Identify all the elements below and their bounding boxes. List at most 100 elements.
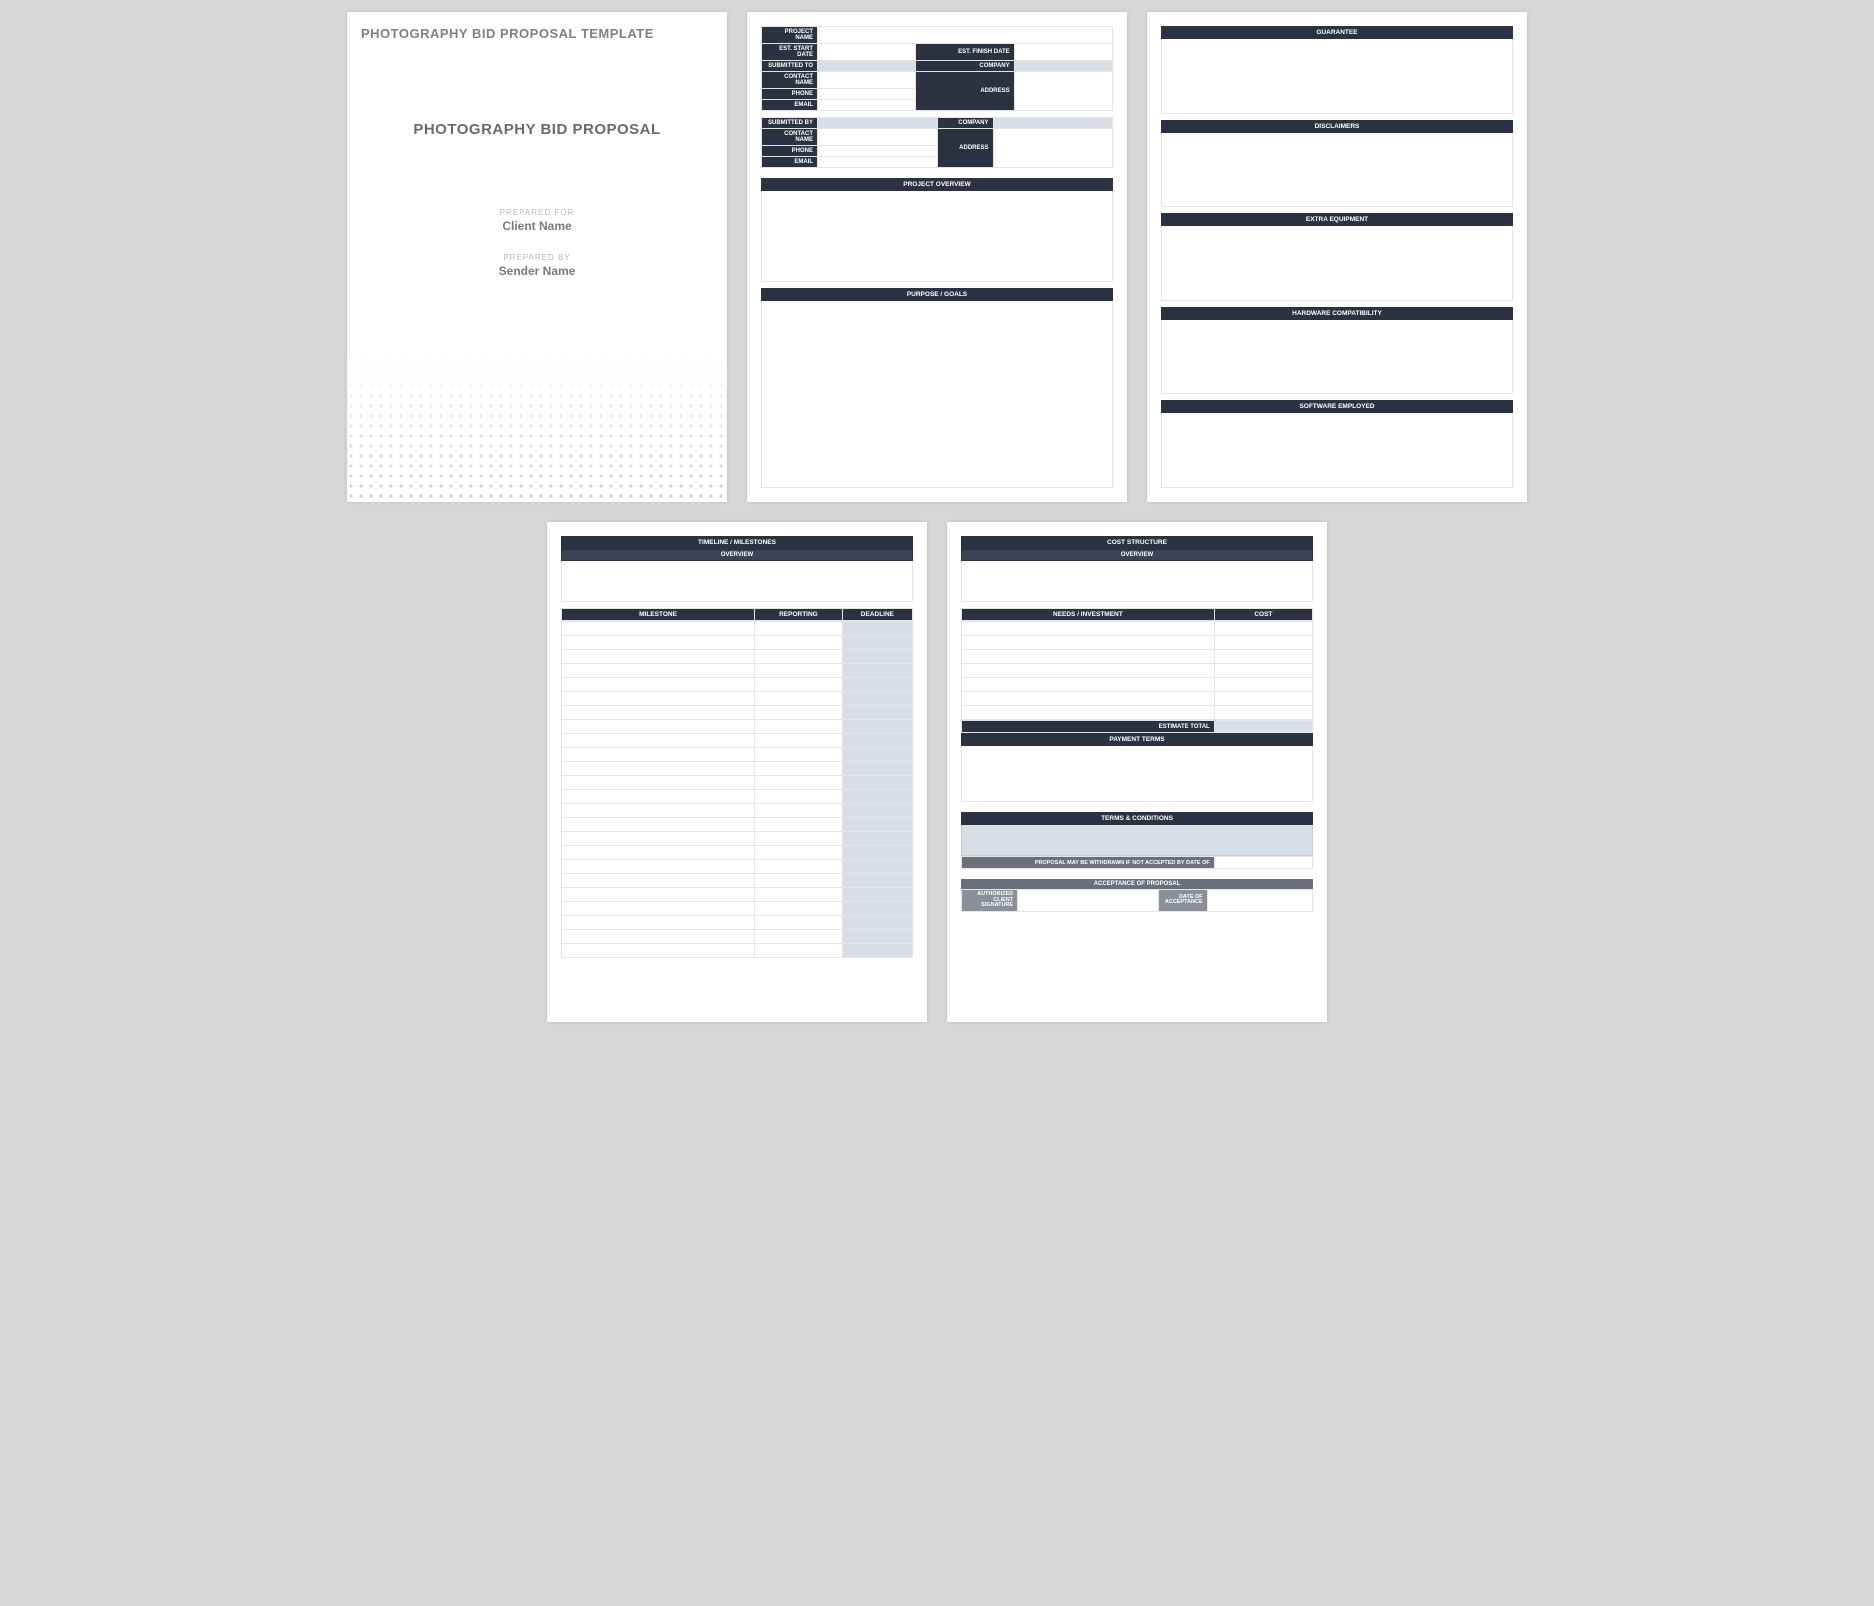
deadline-cell[interactable] <box>842 944 912 958</box>
estimate-total-value[interactable] <box>1214 721 1312 733</box>
deadline-cell[interactable] <box>842 916 912 930</box>
milestone-cell[interactable] <box>562 678 755 692</box>
deadline-cell[interactable] <box>842 846 912 860</box>
reporting-cell[interactable] <box>755 930 843 944</box>
milestone-cell[interactable] <box>562 832 755 846</box>
milestone-cell[interactable] <box>562 930 755 944</box>
reporting-cell[interactable] <box>755 832 843 846</box>
deadline-cell[interactable] <box>842 720 912 734</box>
deadline-cell[interactable] <box>842 874 912 888</box>
field-phone-by[interactable] <box>818 146 938 157</box>
field-phone-to[interactable] <box>818 89 916 100</box>
deadline-cell[interactable] <box>842 636 912 650</box>
field-project-name[interactable] <box>818 27 1113 44</box>
field-email-to[interactable] <box>818 100 916 111</box>
deadline-cell[interactable] <box>842 888 912 902</box>
milestone-cell[interactable] <box>562 664 755 678</box>
deadline-cell[interactable] <box>842 678 912 692</box>
needs-cell[interactable] <box>962 692 1215 706</box>
deadline-cell[interactable] <box>842 860 912 874</box>
milestone-cell[interactable] <box>562 650 755 664</box>
cost-cell[interactable] <box>1214 650 1312 664</box>
cost-cell[interactable] <box>1214 678 1312 692</box>
reporting-cell[interactable] <box>755 762 843 776</box>
needs-cell[interactable] <box>962 650 1215 664</box>
hardware-box[interactable] <box>1161 320 1513 395</box>
deadline-cell[interactable] <box>842 804 912 818</box>
cost-cell[interactable] <box>1214 622 1312 636</box>
milestone-cell[interactable] <box>562 748 755 762</box>
milestone-cell[interactable] <box>562 818 755 832</box>
milestone-cell[interactable] <box>562 846 755 860</box>
milestone-cell[interactable] <box>562 888 755 902</box>
milestone-cell[interactable] <box>562 902 755 916</box>
reporting-cell[interactable] <box>755 860 843 874</box>
needs-cell[interactable] <box>962 636 1215 650</box>
deadline-cell[interactable] <box>842 650 912 664</box>
reporting-cell[interactable] <box>755 874 843 888</box>
reporting-cell[interactable] <box>755 720 843 734</box>
milestone-cell[interactable] <box>562 762 755 776</box>
terms-box[interactable] <box>961 825 1313 856</box>
reporting-cell[interactable] <box>755 678 843 692</box>
guarantee-box[interactable] <box>1161 39 1513 114</box>
deadline-cell[interactable] <box>842 818 912 832</box>
reporting-cell[interactable] <box>755 650 843 664</box>
cost-cell[interactable] <box>1214 664 1312 678</box>
reporting-cell[interactable] <box>755 888 843 902</box>
deadline-cell[interactable] <box>842 832 912 846</box>
timeline-overview-box[interactable] <box>561 561 913 602</box>
reporting-cell[interactable] <box>755 818 843 832</box>
reporting-cell[interactable] <box>755 622 843 636</box>
milestone-cell[interactable] <box>562 874 755 888</box>
cost-overview-box[interactable] <box>961 561 1313 602</box>
deadline-cell[interactable] <box>842 734 912 748</box>
reporting-cell[interactable] <box>755 902 843 916</box>
withdrawn-date[interactable] <box>1214 857 1312 869</box>
deadline-cell[interactable] <box>842 622 912 636</box>
milestone-cell[interactable] <box>562 790 755 804</box>
project-overview-box[interactable] <box>761 191 1113 282</box>
disclaimers-box[interactable] <box>1161 133 1513 208</box>
field-est-finish[interactable] <box>1014 44 1112 61</box>
milestone-cell[interactable] <box>562 622 755 636</box>
deadline-cell[interactable] <box>842 930 912 944</box>
cost-cell[interactable] <box>1214 636 1312 650</box>
reporting-cell[interactable] <box>755 692 843 706</box>
needs-cell[interactable] <box>962 664 1215 678</box>
needs-cell[interactable] <box>962 678 1215 692</box>
deadline-cell[interactable] <box>842 902 912 916</box>
field-submitted-to[interactable] <box>818 61 916 72</box>
payment-terms-box[interactable] <box>961 746 1313 802</box>
field-company-by[interactable] <box>993 118 1113 129</box>
reporting-cell[interactable] <box>755 706 843 720</box>
reporting-cell[interactable] <box>755 636 843 650</box>
reporting-cell[interactable] <box>755 804 843 818</box>
needs-cell[interactable] <box>962 706 1215 720</box>
milestone-cell[interactable] <box>562 860 755 874</box>
reporting-cell[interactable] <box>755 944 843 958</box>
deadline-cell[interactable] <box>842 706 912 720</box>
cost-cell[interactable] <box>1214 692 1312 706</box>
auth-sig-field[interactable] <box>1018 890 1158 912</box>
cost-cell[interactable] <box>1214 706 1312 720</box>
reporting-cell[interactable] <box>755 776 843 790</box>
deadline-cell[interactable] <box>842 790 912 804</box>
software-box[interactable] <box>1161 413 1513 488</box>
reporting-cell[interactable] <box>755 664 843 678</box>
reporting-cell[interactable] <box>755 734 843 748</box>
reporting-cell[interactable] <box>755 916 843 930</box>
date-accept-field[interactable] <box>1207 890 1312 912</box>
needs-cell[interactable] <box>962 622 1215 636</box>
field-company-to[interactable] <box>1014 61 1112 72</box>
deadline-cell[interactable] <box>842 762 912 776</box>
field-email-by[interactable] <box>818 157 938 168</box>
field-contact-by[interactable] <box>818 129 938 146</box>
deadline-cell[interactable] <box>842 748 912 762</box>
milestone-cell[interactable] <box>562 706 755 720</box>
field-est-start[interactable] <box>818 44 916 61</box>
reporting-cell[interactable] <box>755 748 843 762</box>
milestone-cell[interactable] <box>562 804 755 818</box>
milestone-cell[interactable] <box>562 944 755 958</box>
field-contact-to[interactable] <box>818 72 916 89</box>
